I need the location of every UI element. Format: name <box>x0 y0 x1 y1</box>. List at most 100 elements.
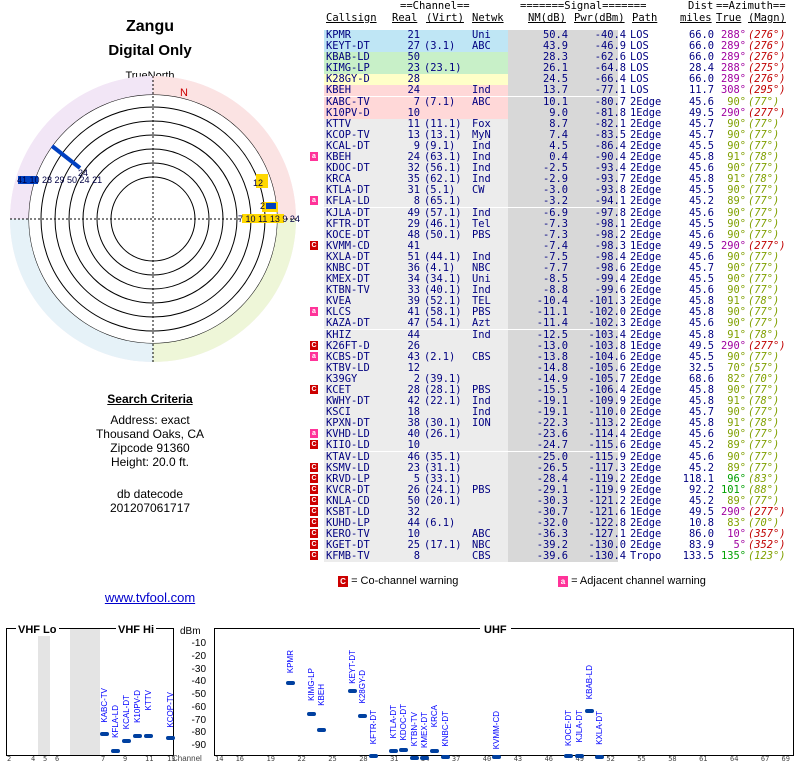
station-bar[interactable] <box>133 733 142 738</box>
channel-tick: 13 <box>167 755 176 763</box>
co-channel-badge: C <box>310 240 318 250</box>
table-row[interactable]: KJLA-DT 49 (57.1) Ind -6.9 -97.8 2Edge 45.6 90°(… <box>306 206 800 219</box>
header-channel-group: ==Channel== <box>400 0 470 12</box>
cell-callsign[interactable]: KJLA-DT <box>326 207 396 219</box>
col-magn[interactable]: (Magn) <box>748 12 786 24</box>
station-bar[interactable] <box>564 754 574 759</box>
adjacent-channel-badge: a <box>310 429 318 439</box>
cell-virt: (57.1) <box>424 206 462 219</box>
location-subtitle: Digital Only <box>108 42 192 59</box>
cell-callsign[interactable]: K26FT-D <box>326 340 396 352</box>
cell-true: 90° <box>727 206 746 219</box>
cell-path: Tropo <box>630 550 662 563</box>
station-bar[interactable] <box>430 748 440 753</box>
col-miles[interactable]: miles <box>680 12 712 24</box>
dbm-tick: -20 <box>191 650 206 662</box>
station-bar[interactable] <box>595 754 605 759</box>
station-bar[interactable] <box>111 749 120 754</box>
cell-dist: 49.5 <box>688 339 714 352</box>
col-pwr[interactable]: Pwr(dBm) <box>574 12 625 24</box>
cell-network: CW <box>472 184 485 197</box>
station-bar[interactable] <box>584 709 594 714</box>
cell-pwr: -115.6 <box>588 439 626 452</box>
station-bar[interactable] <box>492 754 502 759</box>
table-row[interactable]: C KFMB-TV 8 CBS -39.6 -130.4 Tropo 133.5 135° (12… <box>306 550 800 563</box>
station-bar[interactable] <box>100 732 109 737</box>
cell-pwr: -98.1 <box>594 217 626 230</box>
station-bar[interactable] <box>409 756 419 761</box>
station-bar[interactable] <box>420 755 429 760</box>
cell-real: 24 <box>407 84 420 97</box>
table-row[interactable]: KBEH 24 Ind 13.7 -77.1 LOS 11.7 308° (295°) <box>306 84 800 97</box>
station-bar[interactable] <box>286 680 296 685</box>
station-label: KTTV <box>144 689 153 711</box>
cell-real: 49 <box>407 206 420 219</box>
cell-real: 47 <box>407 317 420 330</box>
cell-callsign[interactable]: KFTR-DT <box>326 218 396 230</box>
cell-path: 2Edge <box>630 450 662 463</box>
col-virt[interactable]: (Virt) <box>426 12 464 24</box>
station-bar[interactable] <box>122 739 131 744</box>
co-channel-badge: C <box>310 495 318 505</box>
col-callsign[interactable]: Callsign <box>326 12 377 24</box>
col-true[interactable]: True <box>716 12 741 24</box>
cell-nm: -11.4 <box>536 317 568 330</box>
cell-callsign[interactable]: KBEH <box>326 85 396 96</box>
channel-tick: 67 <box>760 755 770 763</box>
co-channel-badge: C <box>310 440 318 450</box>
adjacent-channel-legend: a = Adjacent channel warning <box>558 575 706 587</box>
col-nm[interactable]: NM(dB) <box>528 12 566 24</box>
cell-callsign[interactable]: KFMB-TV <box>326 551 396 562</box>
station-bar[interactable] <box>144 733 153 738</box>
cell-callsign[interactable]: KSMV-LD <box>326 462 396 474</box>
channel-tick: 37 <box>451 755 461 763</box>
station-bar[interactable] <box>317 727 326 732</box>
cell-callsign[interactable]: KABC-TV <box>326 96 396 108</box>
cell-magn: (77°) <box>748 317 780 330</box>
cell-callsign[interactable]: KFLA-LD <box>326 196 396 207</box>
station-bar[interactable] <box>440 754 450 759</box>
station-bar[interactable] <box>574 753 584 758</box>
cell-path: 2Edge <box>630 317 662 330</box>
channel-tick: 22 <box>297 755 306 763</box>
table-row[interactable]: KABC-TV 7 (7.1) ABC 10.1 -80.7 2Edge 45.6 90° (77… <box>306 95 800 108</box>
col-real[interactable]: Real <box>392 12 417 24</box>
header-azimuth-group: ==Azimuth== <box>716 0 786 12</box>
table-row[interactable]: C KIIO-LD 10 -24.7 -115.6 2Edge 45.2 89° (77°) <box>306 439 800 452</box>
table-row[interactable]: a KFLA-LD 8 (65.1) -3.2 -94.1 2Edge 45.2 89° (77°… <box>306 196 800 208</box>
table-row[interactable]: KAZA-DT 47 (54.1) Azt -11.4 -102.3 2Edge 45.6 90… <box>306 317 800 330</box>
table-row[interactable]: KHIZ 44 Ind -12.5 -103.4 2Edge 45.8 91° (78°) <box>306 329 800 341</box>
station-bar[interactable] <box>347 689 357 694</box>
cell-network: ABC <box>472 40 491 53</box>
table-row[interactable]: KTAV-LD 46 (35.1) -25.0 -115.9 2Edge 45.6 90° (7… <box>306 450 800 463</box>
station-label: KEYT-DT <box>347 650 357 684</box>
cell-callsign[interactable]: KAZA-DT <box>326 318 396 329</box>
dbm-tick: -50 <box>191 689 206 700</box>
cell-nm: -13.0 <box>536 339 568 352</box>
station-bar[interactable] <box>368 754 378 759</box>
station-bar[interactable] <box>166 735 175 740</box>
cell-virt: (23.1) <box>424 62 462 75</box>
col-path[interactable]: Path <box>632 12 657 24</box>
cell-real: 8 <box>413 550 420 563</box>
cell-magn: (277°) <box>748 339 786 352</box>
cell-real: 26 <box>407 339 420 352</box>
uhf-label: UHF <box>480 624 511 636</box>
cell-callsign[interactable]: KHIZ <box>326 329 396 341</box>
cell-callsign[interactable]: KIIO-LD <box>326 440 396 451</box>
tvfool-link[interactable]: www.tvfool.com <box>0 590 300 605</box>
station-bar[interactable] <box>358 713 368 718</box>
cell-network: ABC <box>472 95 491 108</box>
cell-network: Ind <box>472 84 491 97</box>
cell-callsign[interactable]: KTAV-LD <box>326 451 396 463</box>
channel-tick: 40 <box>482 755 492 763</box>
cell-nm: -26.5 <box>536 461 568 474</box>
cell-true: 90° <box>727 217 746 230</box>
station-bar[interactable] <box>306 711 316 716</box>
col-network[interactable]: Netwk <box>472 12 504 24</box>
co-channel-icon: C <box>338 576 348 587</box>
station-bar[interactable] <box>389 748 399 753</box>
station-label: KBEH <box>317 683 326 706</box>
cell-callsign[interactable]: K10PV-D <box>326 107 396 119</box>
cell-real: 10 <box>407 106 420 119</box>
